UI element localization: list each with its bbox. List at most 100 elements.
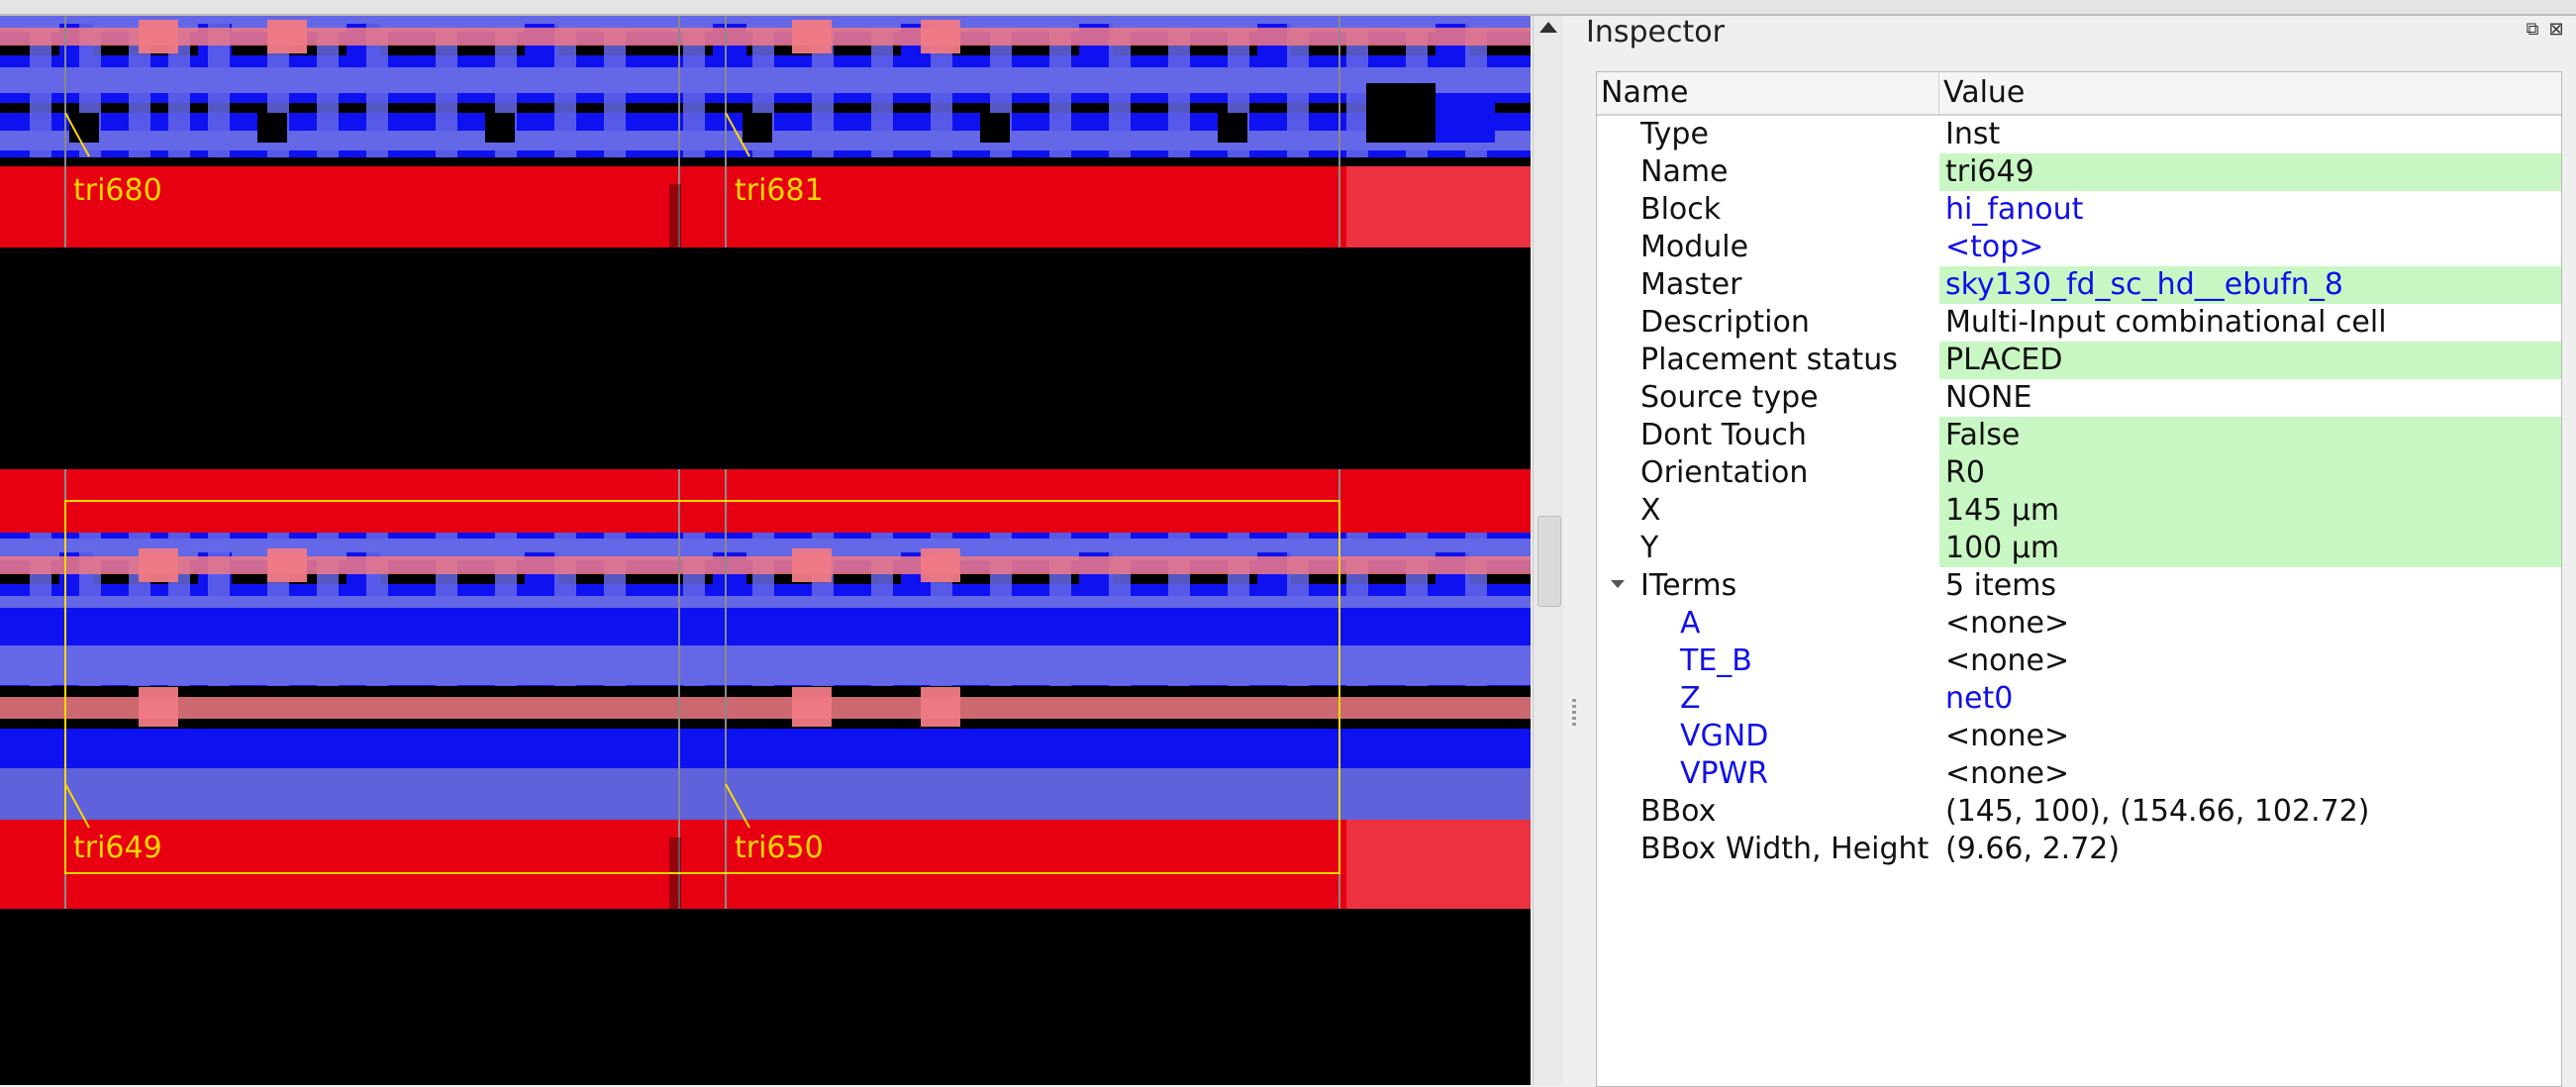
tree-row[interactable]: Block hi_fanout (1597, 191, 2561, 229)
rail-overlap (1346, 166, 1531, 247)
property-value[interactable]: sky130_fd_sc_hd__ebufn_8 (1939, 266, 2561, 304)
gap-block (743, 113, 772, 143)
tree-row[interactable]: Type Inst (1597, 116, 2561, 153)
tree-row[interactable]: Orientation R0 (1597, 454, 2561, 492)
tree-row[interactable]: BBox (145, 100), (154.66, 102.72) (1597, 793, 2561, 831)
property-value[interactable]: hi_fanout (1939, 191, 2561, 229)
property-name: BBox (1640, 794, 1717, 829)
metal-region (0, 729, 1531, 768)
contact-block (1436, 93, 1495, 143)
property-value: PLACED (1939, 342, 2561, 379)
property-name: Type (1640, 117, 1709, 151)
layout-canvas[interactable]: tri680 tri681 tri649 tri650 (0, 16, 1531, 1085)
property-name: VGND (1680, 719, 1769, 753)
vertical-scrollbar[interactable] (1533, 16, 1563, 1085)
tree-row[interactable]: Master sky130_fd_sc_hd__ebufn_8 (1597, 266, 2561, 304)
cell-label-tri650: tri650 (735, 831, 824, 865)
property-name: Name (1640, 154, 1729, 189)
property-name: Source type (1640, 380, 1819, 415)
property-name: Y (1640, 531, 1659, 565)
property-name: Module (1640, 230, 1749, 264)
poly-contact (139, 548, 178, 582)
property-name: Placement status (1640, 343, 1898, 377)
properties-tree[interactable]: Name Value Type Inst Name tri649 Block hi_fan… (1596, 71, 2562, 1087)
tree-row[interactable]: Description Multi-Input combinational cel… (1597, 304, 2561, 342)
poly-contact (921, 687, 960, 727)
property-value: <none> (1945, 643, 2070, 678)
column-header-value[interactable]: Value (1939, 72, 2561, 114)
tree-row[interactable]: X 145 μm (1597, 492, 2561, 530)
property-value: <none> (1945, 719, 2070, 753)
tree-row[interactable]: Placement status PLACED (1597, 342, 2561, 379)
gap-block (1366, 83, 1436, 143)
tree-row[interactable]: Module <top> (1597, 229, 2561, 266)
tree-row[interactable]: Znet0 (1597, 680, 2561, 718)
cell-label-tri680: tri680 (73, 173, 162, 208)
tree-header: Name Value (1597, 72, 2561, 116)
tree-row[interactable]: VGND <none> (1597, 718, 2561, 755)
poly-contact (139, 687, 178, 727)
property-value: 145 μm (1939, 492, 2561, 530)
property-name: TE_B (1680, 643, 1752, 678)
expand-arrow-icon[interactable] (1611, 580, 1625, 588)
scrollbar-handle[interactable] (1537, 516, 1561, 607)
scroll-up-arrow-icon[interactable] (1539, 22, 1557, 33)
property-name: X (1640, 493, 1661, 528)
property-value[interactable]: <top> (1939, 229, 2561, 266)
poly-contact (267, 20, 307, 53)
property-value: (9.66, 2.72) (1945, 832, 2121, 866)
inspector-panel: Inspector ⧉ ⊠ Name Value Type Inst Name tri… (1584, 15, 2576, 1087)
cell-label-tri681: tri681 (735, 173, 824, 208)
gap-block (980, 113, 1010, 143)
poly-contact (792, 20, 832, 53)
metal-strip (0, 768, 1531, 820)
cell-label-tri649: tri649 (73, 831, 162, 865)
tree-row[interactable]: Dont Touch False (1597, 417, 2561, 454)
property-value: <none> (1945, 756, 2070, 791)
tree-row[interactable]: A <none> (1597, 605, 2561, 642)
property-value: 5 items (1945, 568, 2057, 603)
property-value: <none> (1945, 606, 2070, 641)
metal-strip (0, 645, 1531, 685)
poly-wire (0, 28, 1531, 46)
poly-contact (792, 548, 832, 582)
property-name: VPWR (1680, 756, 1769, 791)
property-value: tri649 (1939, 153, 2561, 191)
property-name: Dont Touch (1640, 418, 1807, 452)
inspector-title: Inspector (1586, 15, 1725, 49)
close-icon[interactable]: ⊠ (2546, 20, 2566, 40)
property-value: False (1939, 417, 2561, 454)
tree-row[interactable]: TE_B <none> (1597, 642, 2561, 680)
property-name: Z (1680, 681, 1701, 716)
float-icon[interactable]: ⧉ (2523, 20, 2542, 40)
property-value[interactable]: net0 (1939, 680, 2561, 718)
property-name: A (1680, 606, 1701, 641)
tree-row[interactable]: Name tri649 (1597, 153, 2561, 191)
rail-overlap (1346, 820, 1531, 909)
gap-block (257, 113, 287, 143)
tree-row[interactable]: Y 100 μm (1597, 530, 2561, 567)
tree-row[interactable]: VPWR <none> (1597, 755, 2561, 793)
metal-region (0, 608, 1531, 649)
property-name: Master (1640, 267, 1742, 302)
poly-contact (139, 20, 178, 53)
poly-contact (792, 687, 832, 727)
property-value: R0 (1939, 454, 2561, 492)
tree-row[interactable]: ITerms 5 items (1597, 567, 2561, 605)
property-value: Multi-Input combinational cell (1945, 305, 2387, 340)
tree-row[interactable]: BBox Width, Height (9.66, 2.72) (1597, 831, 2561, 868)
property-name: BBox Width, Height (1640, 832, 1930, 866)
property-name: Orientation (1640, 455, 1809, 490)
property-value: (145, 100), (154.66, 102.72) (1945, 794, 2370, 829)
column-header-name[interactable]: Name (1597, 72, 1939, 114)
dock-splitter[interactable] (1564, 16, 1584, 1085)
property-name: Block (1640, 192, 1722, 227)
splitter-grip-icon (1572, 699, 1576, 727)
poly-contact (267, 548, 307, 582)
poly-wire (0, 697, 1531, 719)
window-top-edge (0, 0, 2576, 16)
tree-row[interactable]: Source type NONE (1597, 379, 2561, 417)
property-name: Description (1640, 305, 1810, 340)
poly-contact (921, 20, 960, 53)
property-value: 100 μm (1939, 530, 2561, 567)
